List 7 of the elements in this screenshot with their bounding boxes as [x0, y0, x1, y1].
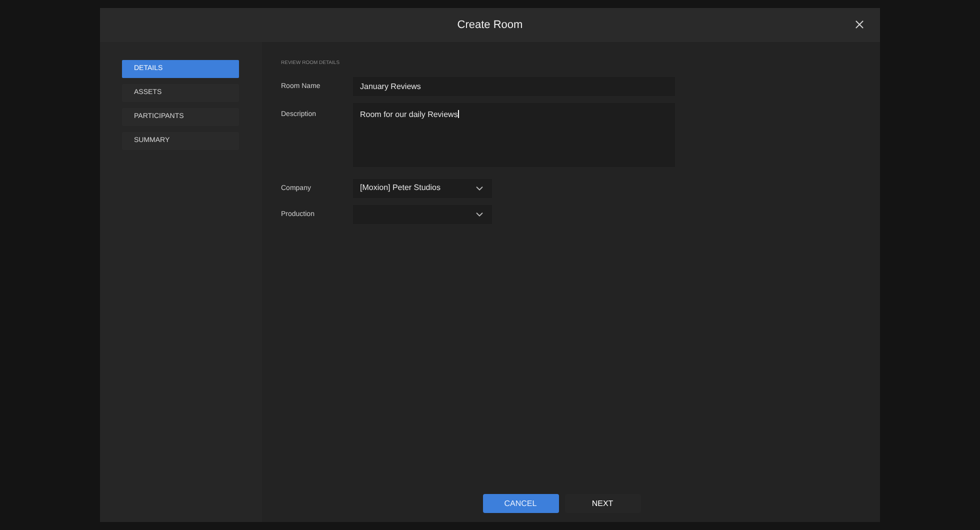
close-icon: [853, 18, 866, 31]
room-name-field[interactable]: January Reviews: [353, 76, 675, 96]
description-field[interactable]: Room for our daily Reviews: [353, 102, 675, 166]
close-button[interactable]: [853, 18, 866, 31]
dialog-title: Create Room: [457, 18, 523, 33]
dropdown-field[interactable]: [Moxion] Peter Studios: [353, 178, 492, 198]
dropdown-field[interactable]: [353, 204, 492, 224]
